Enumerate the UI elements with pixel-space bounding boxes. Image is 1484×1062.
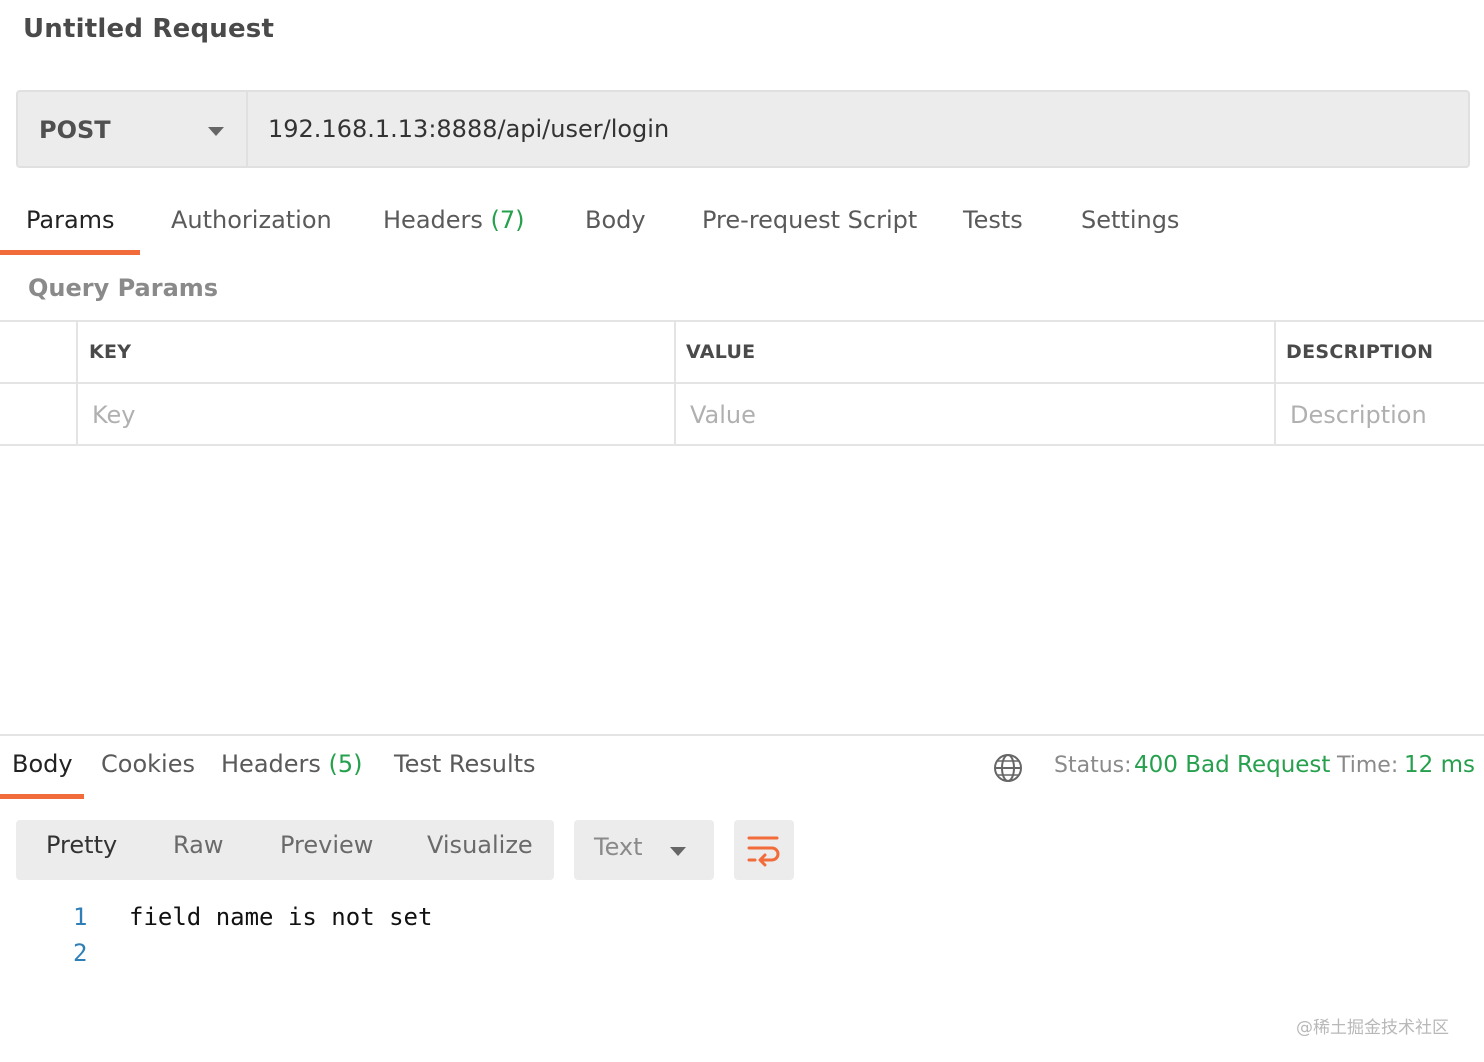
response-tab-headers[interactable]: Headers (5) <box>221 750 363 778</box>
chevron-down-icon <box>670 847 686 856</box>
tab-body[interactable]: Body <box>585 206 646 234</box>
response-tab-cookies[interactable]: Cookies <box>101 750 195 778</box>
wrap-lines-button[interactable] <box>734 820 794 880</box>
tab-tests[interactable]: Tests <box>963 206 1023 234</box>
tab-label: Headers <box>383 206 483 234</box>
table-divider <box>0 382 1484 384</box>
tab-label: Body <box>585 206 646 234</box>
active-tab-indicator <box>0 794 84 799</box>
column-header-description: DESCRIPTION <box>1286 341 1434 363</box>
column-header-value: VALUE <box>686 341 756 363</box>
view-pretty-button[interactable]: Pretty <box>46 831 117 859</box>
tab-headers[interactable]: Headers (7) <box>383 206 525 234</box>
param-value-input[interactable] <box>688 387 1262 443</box>
column-header-key: KEY <box>89 341 132 363</box>
time-value[interactable]: 12 ms <box>1404 752 1475 778</box>
column-divider <box>76 322 78 445</box>
view-preview-button[interactable]: Preview <box>280 831 373 859</box>
column-divider <box>1274 322 1276 445</box>
tab-params[interactable]: Params <box>26 206 115 234</box>
tab-label: Headers <box>221 750 321 778</box>
response-tab-body[interactable]: Body <box>12 750 73 778</box>
view-raw-button[interactable]: Raw <box>173 831 223 859</box>
tab-label: Tests <box>963 206 1023 234</box>
line-number: 1 <box>73 903 88 931</box>
watermark: @稀土掘金技术社区 <box>1296 1018 1449 1038</box>
time-label: Time: <box>1337 753 1399 778</box>
param-key-input[interactable] <box>90 387 664 443</box>
tab-label: Settings <box>1081 206 1180 234</box>
column-divider <box>674 322 676 445</box>
tab-count: (7) <box>490 206 525 234</box>
request-title[interactable]: Untitled Request <box>23 14 274 44</box>
tab-label: Params <box>26 206 115 234</box>
method-label: POST <box>39 116 111 144</box>
table-divider <box>0 444 1484 446</box>
status-label: Status: <box>1054 753 1132 778</box>
url-input[interactable] <box>248 92 1468 166</box>
tab-label: Authorization <box>171 206 332 234</box>
url-bar: POST <box>16 90 1470 168</box>
response-tab-test-results[interactable]: Test Results <box>394 750 536 778</box>
format-label: Text <box>594 833 643 861</box>
tab-pre-request-script[interactable]: Pre-request Script <box>702 206 917 234</box>
tab-authorization[interactable]: Authorization <box>171 206 332 234</box>
tab-label: Test Results <box>394 750 536 778</box>
line-number: 2 <box>73 939 88 967</box>
tab-label: Cookies <box>101 750 195 778</box>
tab-count: (5) <box>328 750 363 778</box>
param-description-input[interactable] <box>1288 387 1482 443</box>
tab-label: Body <box>12 750 73 778</box>
status-value[interactable]: 400 Bad Request <box>1134 752 1330 778</box>
wrap-lines-icon <box>747 836 780 867</box>
tab-label: Pre-request Script <box>702 206 918 234</box>
method-select[interactable]: POST <box>18 92 248 166</box>
format-select[interactable]: Text <box>574 820 714 880</box>
chevron-down-icon <box>208 127 224 136</box>
view-visualize-button[interactable]: Visualize <box>427 831 533 859</box>
response-divider <box>0 734 1484 736</box>
code-line: field name is not set <box>129 903 433 931</box>
tab-settings[interactable]: Settings <box>1081 206 1179 234</box>
globe-icon[interactable] <box>993 753 1023 783</box>
active-tab-indicator <box>0 250 140 255</box>
query-params-title: Query Params <box>28 274 219 302</box>
table-divider <box>0 320 1484 322</box>
